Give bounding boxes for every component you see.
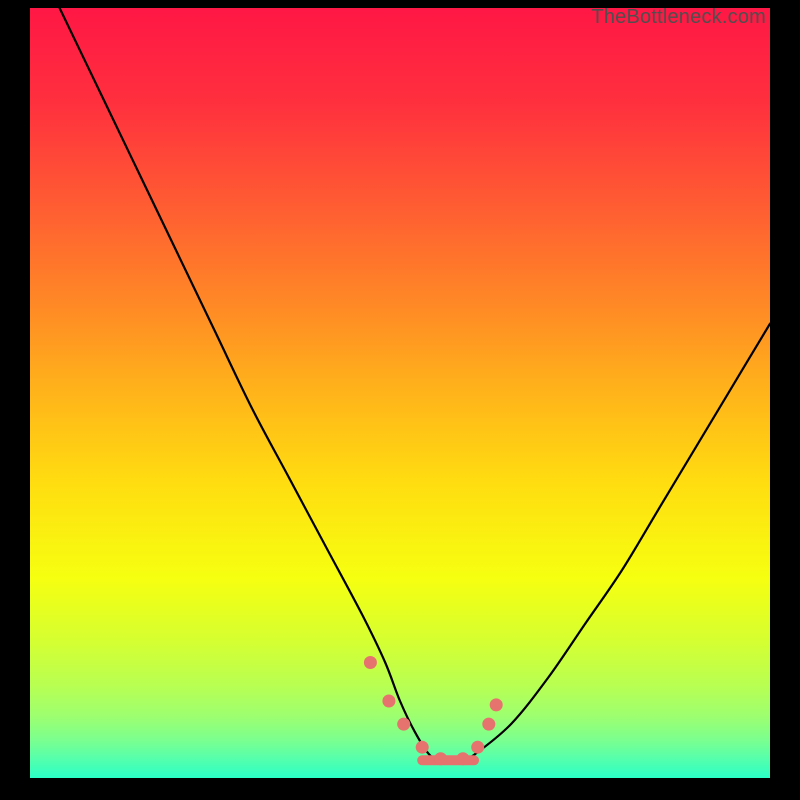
curve-marker [490,698,503,711]
curve-marker [382,695,395,708]
curve-marker [416,741,429,754]
watermark-text: TheBottleneck.com [591,6,766,29]
curve-layer [30,8,770,778]
curve-marker [471,741,484,754]
main-curve [60,8,770,764]
curve-marker [434,752,447,765]
curve-marker [482,718,495,731]
curve-marker [397,718,410,731]
chart-stage: TheBottleneck.com [0,0,800,800]
plot-area [30,8,770,778]
curve-marker [456,752,469,765]
curve-marker [364,656,377,669]
curve-markers [364,656,503,765]
